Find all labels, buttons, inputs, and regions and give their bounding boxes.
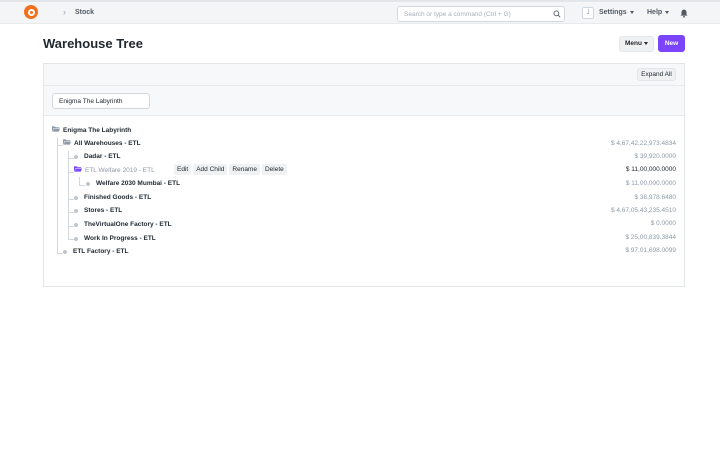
tree-node-root[interactable]: Enigma The Labyrinth (52, 125, 131, 137)
new-button[interactable]: New (658, 35, 685, 52)
tree-node-thevirtualone-factory[interactable]: TheVirtualOne Factory - ETL (84, 219, 172, 231)
page-title: Warehouse Tree (43, 36, 143, 51)
notification-bell-icon[interactable] (680, 9, 688, 18)
tree-node-label: TheVirtualOne Factory - ETL (84, 221, 172, 228)
node-balance: $ 25,00,839.3844 (625, 234, 676, 241)
tree-node-label: All Warehouses - ETL (74, 140, 141, 147)
node-balance: $ 0.0000 (650, 220, 676, 227)
breadcrumb-stock[interactable]: Stock (75, 9, 94, 16)
tree-node-dadar[interactable]: Dadar - ETL (84, 151, 120, 163)
rename-node-button[interactable]: Rename (229, 164, 260, 175)
node-balance: $ 11,00,000.0000 (625, 180, 676, 187)
folder-open-icon (63, 139, 71, 145)
search-input[interactable] (398, 7, 548, 21)
tree-node-etl-welfare-2019[interactable]: ETL Welfare 2019 - ETL (74, 165, 155, 177)
tree-guide-line (68, 199, 74, 200)
node-balance: $ 4,67,05,43,235.4510 (610, 207, 676, 214)
node-balance: $ 97,01,698.0099 (625, 247, 676, 254)
tree-guide-line (57, 253, 63, 254)
leaf-node-icon (86, 182, 90, 186)
tree-node-label: Dadar - ETL (84, 153, 121, 160)
node-actions: Edit Add Child Rename Delete (174, 164, 289, 176)
search-icon[interactable] (553, 10, 561, 18)
top-navbar: › Stock J Settings Help (0, 0, 720, 24)
chevron-right-icon: › (63, 7, 66, 17)
folder-open-icon (74, 166, 82, 172)
menu-button[interactable]: Menu (619, 36, 654, 52)
node-balance: $ 39,920.0000 (634, 153, 676, 160)
add-child-button[interactable]: Add Child (193, 164, 228, 175)
tree-toolbar: Expand All (44, 64, 684, 86)
tree-guide-line (68, 212, 74, 213)
tree-node-label: Welfare 2030 Mumbai - ETL (96, 180, 181, 187)
tree-guide-line (57, 138, 58, 253)
tree-node-etl-factory[interactable]: ETL Factory - ETL (73, 246, 129, 258)
tree-node-welfare-2030-mumbai[interactable]: Welfare 2030 Mumbai - ETL (96, 178, 180, 190)
tree-node-finished-goods[interactable]: Finished Goods - ETL (84, 192, 151, 204)
caret-down-icon (665, 10, 670, 14)
leaf-node-icon (74, 223, 78, 227)
tree-node-label: Work In Progress - ETL (84, 235, 156, 242)
user-avatar[interactable]: J (582, 7, 594, 19)
settings-label: Settings (599, 9, 627, 16)
node-balance: $ 4,67,42,22,973.4834 (610, 140, 676, 147)
tree-node-label: ETL Factory - ETL (73, 248, 129, 255)
folder-open-icon (52, 126, 60, 132)
company-filter-input[interactable] (52, 93, 150, 109)
tree-node-work-in-progress[interactable]: Work In Progress - ETL (84, 233, 156, 245)
leaf-node-icon (63, 250, 67, 254)
delete-node-button[interactable]: Delete (261, 164, 287, 175)
caret-down-icon (643, 41, 648, 45)
tree-node-label: Enigma The Labyrinth (63, 127, 132, 134)
leaf-node-icon (74, 209, 78, 213)
tree-node-label: ETL Welfare 2019 - ETL (85, 167, 155, 174)
node-balance: $ 11,00,000.0000 (625, 166, 676, 173)
tree-guide-line (68, 226, 74, 227)
tree-guide-line (79, 185, 85, 186)
tree-node-label: Stores - ETL (84, 207, 123, 214)
expand-all-button[interactable]: Expand All (637, 68, 676, 81)
settings-dropdown[interactable]: Settings (599, 9, 634, 16)
filter-bar (44, 86, 684, 116)
help-label: Help (647, 9, 663, 16)
caret-down-icon (629, 10, 634, 14)
tree-node-all-warehouses[interactable]: All Warehouses - ETL (63, 138, 141, 150)
app-logo-icon[interactable] (24, 5, 38, 19)
leaf-node-icon (74, 155, 78, 159)
leaf-node-icon (74, 237, 78, 241)
edit-node-button[interactable]: Edit (174, 164, 192, 175)
help-dropdown[interactable]: Help (647, 9, 670, 16)
node-balance: $ 38,978.6480 (634, 194, 676, 201)
tree-guide-line (68, 158, 74, 159)
search-bar[interactable] (397, 6, 565, 22)
tree-guide-line (79, 177, 80, 185)
menu-button-label: Menu (625, 40, 642, 47)
tree-node-label: Finished Goods - ETL (84, 194, 152, 201)
leaf-node-icon (74, 196, 78, 200)
tree-node-stores[interactable]: Stores - ETL (84, 205, 122, 217)
